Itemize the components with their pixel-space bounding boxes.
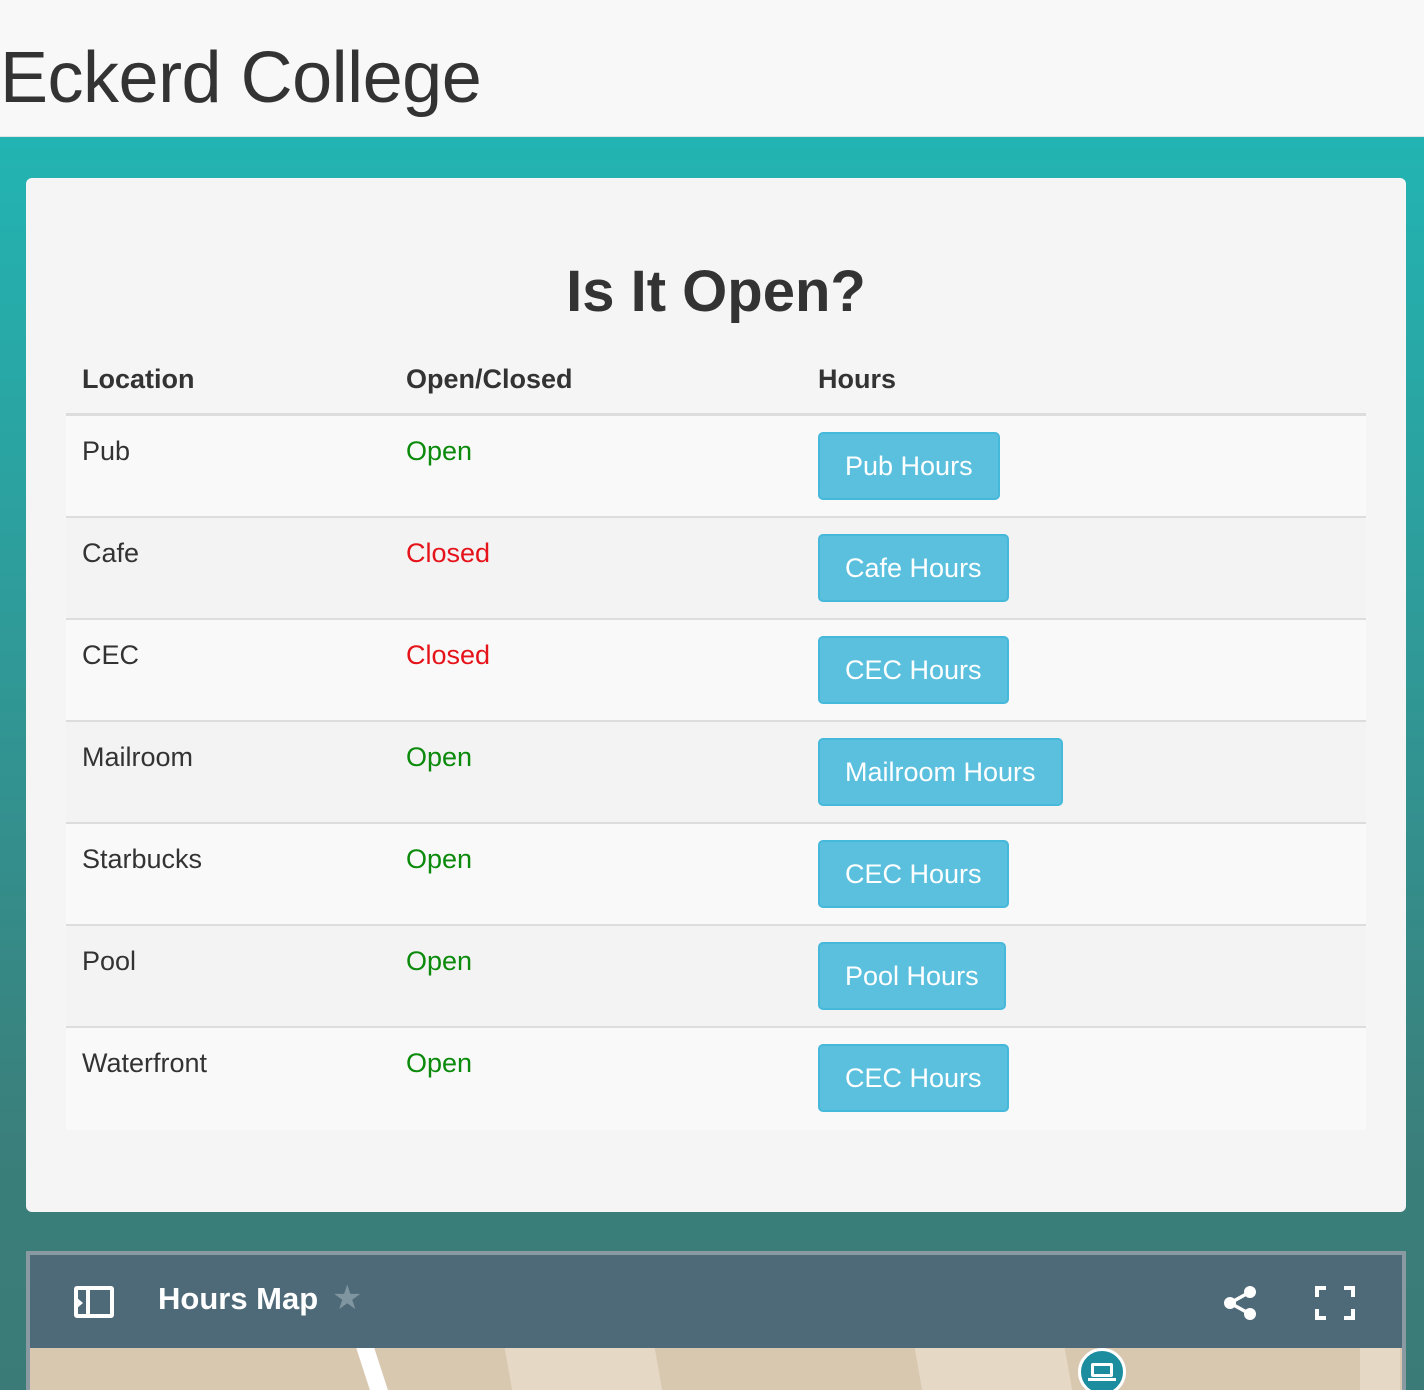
status-cell: Open <box>406 742 473 772</box>
location-cell: Starbucks <box>82 844 203 874</box>
location-cell: CEC <box>82 640 140 670</box>
location-cell: Mailroom <box>82 742 194 772</box>
location-cell: Waterfront <box>82 1048 208 1078</box>
sidebar-toggle-icon[interactable] <box>74 1286 114 1318</box>
pool-hours-button[interactable]: Pool Hours <box>818 942 1006 1010</box>
location-cell: Pub <box>82 436 131 466</box>
table-row: CEC Closed CEC Hours <box>66 620 1366 722</box>
hours-map-embed: Hours Map ★ <box>26 1251 1406 1390</box>
cec-hours-button[interactable]: CEC Hours <box>818 636 1009 704</box>
table-row: Pub Open Pub Hours <box>66 416 1366 518</box>
pub-hours-button[interactable]: Pub Hours <box>818 432 1000 500</box>
status-cell: Open <box>406 946 473 976</box>
table-header: Location Open/Closed Hours <box>66 350 1366 416</box>
mailroom-hours-button[interactable]: Mailroom Hours <box>818 738 1063 806</box>
hours-table: Location Open/Closed Hours Pub Open Pub … <box>66 350 1366 1130</box>
status-cell: Open <box>406 1048 473 1078</box>
waterfront-hours-button[interactable]: CEC Hours <box>818 1044 1009 1112</box>
column-header-status: Open/Closed <box>406 364 573 394</box>
map-toolbar: Hours Map ★ <box>30 1255 1402 1348</box>
map-building <box>914 1348 1076 1390</box>
status-cell: Closed <box>406 640 491 670</box>
cafe-hours-button[interactable]: Cafe Hours <box>818 534 1009 602</box>
location-cell: Cafe <box>82 538 140 568</box>
column-header-hours: Hours <box>818 364 897 394</box>
laptop-icon <box>1088 1363 1116 1381</box>
map-canvas[interactable] <box>30 1348 1402 1390</box>
site-title: Eckerd College <box>0 38 482 118</box>
column-header-location: Location <box>82 364 195 394</box>
table-row: Waterfront Open CEC Hours <box>66 1028 1366 1130</box>
star-icon[interactable]: ★ <box>332 1279 362 1317</box>
site-header: Eckerd College <box>0 0 1424 137</box>
starbucks-hours-button[interactable]: CEC Hours <box>818 840 1009 908</box>
fullscreen-icon[interactable] <box>1314 1285 1356 1321</box>
share-icon[interactable] <box>1220 1283 1260 1323</box>
table-row: Cafe Closed Cafe Hours <box>66 518 1366 620</box>
page-title: Is It Open? <box>566 259 866 324</box>
map-marker[interactable] <box>1078 1348 1126 1390</box>
table-row: Pool Open Pool Hours <box>66 926 1366 1028</box>
map-road <box>356 1348 394 1390</box>
map-title: Hours Map <box>158 1281 319 1316</box>
status-cell: Open <box>406 844 473 874</box>
table-row: Starbucks Open CEC Hours <box>66 824 1366 926</box>
map-building <box>504 1348 666 1390</box>
status-cell: Closed <box>406 538 491 568</box>
location-cell: Pool <box>82 946 137 976</box>
table-row: Mailroom Open Mailroom Hours <box>66 722 1366 824</box>
status-cell: Open <box>406 436 473 466</box>
map-building <box>1360 1348 1400 1390</box>
